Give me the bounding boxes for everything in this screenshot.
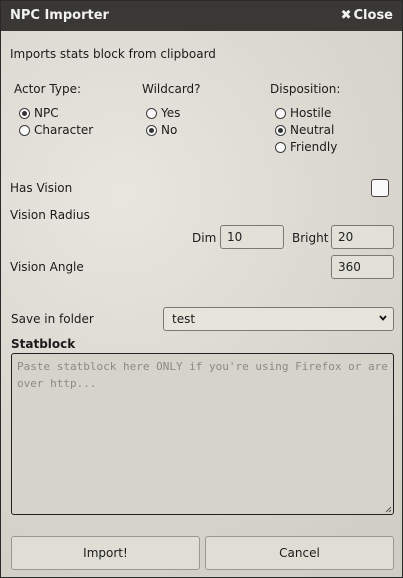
bright-input[interactable]: 20: [331, 225, 394, 249]
npc-importer-window: NPC Importer ✖ Close Imports stats block …: [0, 0, 403, 578]
statblock-textarea[interactable]: Paste statblock here ONLY if you're usin…: [11, 353, 394, 515]
chevron-down-icon: [379, 315, 387, 321]
bright-label: Bright: [292, 231, 329, 245]
vision-angle-label: Vision Angle: [10, 260, 84, 274]
disposition-hostile-label: Hostile: [290, 106, 332, 120]
cancel-button[interactable]: Cancel: [205, 536, 394, 570]
disposition-label: Disposition:: [270, 82, 341, 96]
close-button[interactable]: ✖ Close: [341, 8, 393, 23]
close-label: Close: [353, 8, 393, 23]
folder-select[interactable]: test: [163, 307, 394, 331]
import-button[interactable]: Import!: [11, 536, 200, 570]
title-bar: NPC Importer ✖ Close: [1, 1, 402, 31]
close-icon: ✖: [340, 8, 352, 23]
actor-type-npc-label: NPC: [34, 106, 59, 120]
disposition-neutral-label: Neutral: [290, 123, 335, 137]
wildcard-label: Wildcard?: [142, 82, 201, 96]
vision-angle-input[interactable]: 360: [331, 255, 394, 279]
disposition-friendly-label: Friendly: [290, 140, 338, 154]
disposition-neutral-option[interactable]: Neutral: [275, 123, 334, 137]
disposition-friendly-option[interactable]: Friendly: [275, 140, 337, 154]
dim-input[interactable]: 10: [220, 225, 284, 249]
wildcard-yes-label: Yes: [161, 106, 181, 120]
has-vision-label: Has Vision: [10, 181, 73, 195]
dim-label: Dim: [192, 231, 217, 245]
wildcard-no-radio[interactable]: [146, 124, 157, 136]
resize-grip-icon[interactable]: [385, 506, 392, 513]
disposition-hostile-radio[interactable]: [275, 107, 286, 119]
intro-text: Imports stats block from clipboard: [10, 47, 216, 61]
disposition-hostile-option[interactable]: Hostile: [275, 106, 331, 120]
actor-type-npc-option[interactable]: NPC: [19, 106, 59, 120]
dialog-content: Imports stats block from clipboard Actor…: [1, 31, 402, 577]
disposition-neutral-radio[interactable]: [275, 124, 286, 136]
actor-type-npc-radio[interactable]: [19, 107, 30, 119]
disposition-friendly-radio[interactable]: [275, 141, 286, 153]
actor-type-character-label: Character: [34, 123, 94, 137]
actor-type-character-option[interactable]: Character: [19, 123, 93, 137]
wildcard-yes-option[interactable]: Yes: [146, 106, 180, 120]
wildcard-yes-radio[interactable]: [146, 107, 157, 119]
wildcard-no-label: No: [161, 123, 178, 137]
actor-type-character-radio[interactable]: [19, 124, 30, 136]
has-vision-checkbox[interactable]: [371, 179, 389, 197]
folder-select-value: test: [172, 312, 196, 326]
actor-type-label: Actor Type:: [14, 82, 81, 96]
statblock-label: Statblock: [11, 337, 76, 351]
vision-radius-label: Vision Radius: [10, 208, 90, 222]
save-in-folder-label: Save in folder: [11, 312, 94, 326]
wildcard-no-option[interactable]: No: [146, 123, 177, 137]
window-title: NPC Importer: [10, 8, 109, 23]
